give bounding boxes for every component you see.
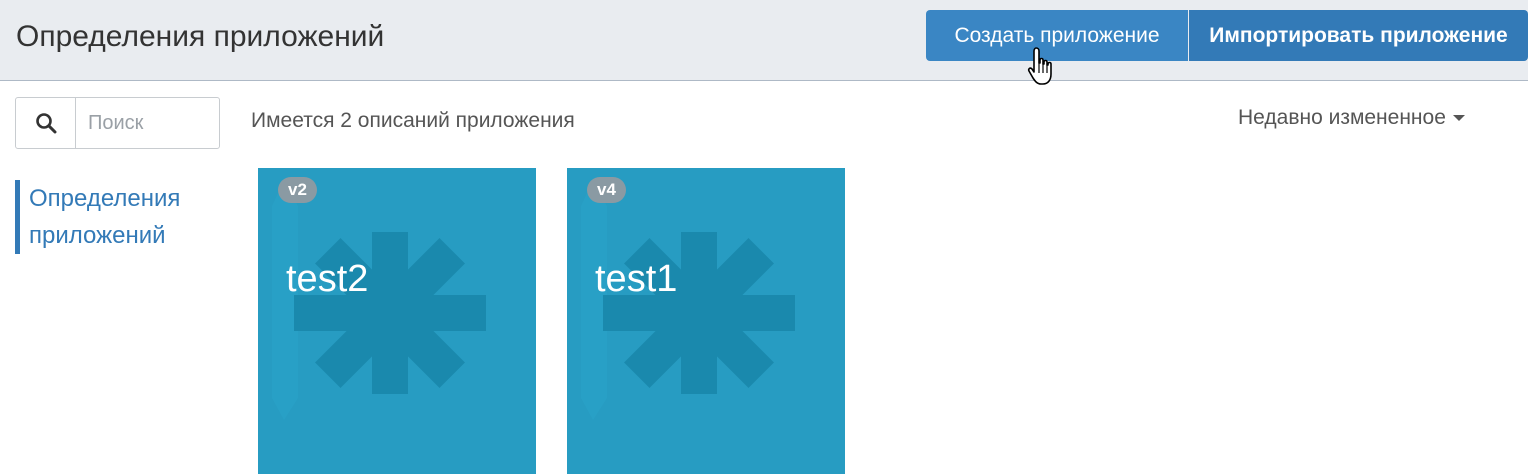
app-name: test1 — [595, 258, 678, 300]
hand-cursor-icon — [1027, 47, 1052, 85]
version-badge: v2 — [278, 177, 317, 203]
app-count-text: Имеется 2 описаний приложения — [251, 109, 575, 132]
import-app-button[interactable]: Импортировать приложение — [1189, 10, 1528, 61]
search-button[interactable] — [16, 98, 76, 148]
version-badge: v4 — [587, 177, 626, 203]
search-icon — [35, 113, 56, 134]
app-tile[interactable]: v4 test1 — [567, 168, 845, 474]
sort-dropdown[interactable]: Недавно измененное — [1238, 106, 1465, 130]
app-name: test2 — [286, 258, 369, 300]
search-box — [15, 97, 220, 149]
asterisk-icon — [581, 180, 795, 420]
page-header: Определения приложений Создать приложени… — [0, 0, 1528, 81]
caret-down-icon — [1452, 115, 1465, 121]
page-title: Определения приложений — [16, 20, 385, 53]
asterisk-icon — [272, 180, 486, 420]
sort-label: Недавно измененное — [1238, 106, 1446, 129]
sidebar-item-app-definitions[interactable]: Определения приложений — [15, 180, 215, 254]
app-tile[interactable]: v2 test2 — [258, 168, 536, 474]
search-input[interactable] — [76, 98, 219, 148]
